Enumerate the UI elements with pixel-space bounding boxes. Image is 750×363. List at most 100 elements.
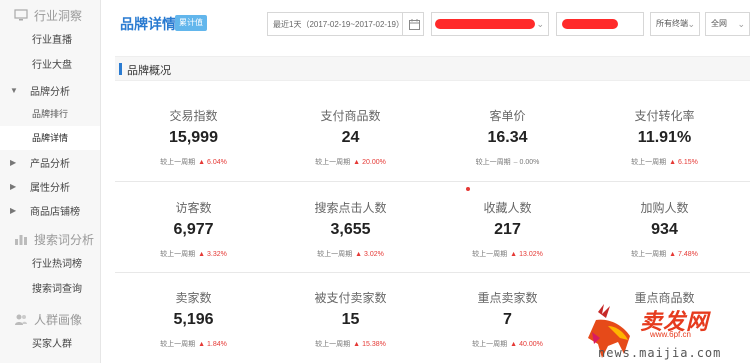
arrow-up-icon: ▲ <box>353 159 361 166</box>
compare-pct: 15.38% <box>362 341 386 348</box>
compare-pct: 1.84% <box>207 341 227 348</box>
metric-name: 交易指数 <box>169 109 218 123</box>
sidebar-item-attribute-analysis[interactable]: ▶ 属性分析 <box>0 174 100 198</box>
sidebar-item-label: 商品店铺榜 <box>30 206 80 218</box>
metric-compare: 较上一周期 ▲ 15.38% <box>272 339 429 349</box>
sidebar-item-shop-ranking[interactable]: ▶ 商品店铺榜 <box>0 198 100 222</box>
compare-pct: 20.00% <box>362 159 386 166</box>
compare-pct: 13.02% <box>519 251 543 258</box>
value-type-badge: 累计值 <box>175 15 207 31</box>
users-icon <box>14 312 28 326</box>
sidebar: 行业洞察 行业直播 行业大盘 ▼ 品牌分析 品牌排行 品牌详情 ▶ 产品分析 ▶… <box>0 0 101 363</box>
monitor-icon <box>14 8 28 22</box>
metric-name: 收藏人数 <box>483 201 532 215</box>
metric-compare: 较上一周期 ▲ 6.15% <box>586 157 743 167</box>
compare-label: 较上一周期 <box>160 341 196 348</box>
flat-icon: – <box>513 159 518 166</box>
section-header: 品牌概况 <box>115 56 750 81</box>
date-range-picker[interactable]: 最近1天（2017-02-19~2017-02-19） <box>267 12 424 36</box>
arrow-up-icon: ▲ <box>669 159 677 166</box>
metric-value: 217 <box>494 221 521 238</box>
sidebar-item-brand-analysis[interactable]: ▼ 品牌分析 <box>0 78 100 102</box>
compare-pct: 7.48% <box>678 251 698 258</box>
calendar-button[interactable] <box>402 12 425 36</box>
compare-pct: 3.32% <box>207 251 227 258</box>
metric-value: 6,977 <box>173 221 214 238</box>
date-range-text: 最近1天（2017-02-19~2017-02-19） <box>273 20 404 29</box>
brand-select[interactable]: ⌄ <box>431 12 549 36</box>
watermark-url2: news.maijia.com <box>598 346 722 360</box>
compare-label: 较上一周期 <box>315 341 351 348</box>
metric-add-to-cart: 加购人数 934 较上一周期 ▲ 7.48% <box>586 199 743 259</box>
compare-label: 较上一周期 <box>631 251 667 258</box>
sidebar-item-label: 品牌分析 <box>30 86 70 98</box>
metric-value: 16.34 <box>487 129 528 146</box>
metric-name: 卖家数 <box>175 291 212 305</box>
sidebar-item-search-query[interactable]: 搜索词查询 <box>0 277 100 302</box>
compare-label: 较上一周期 <box>472 251 508 258</box>
metric-compare: 较上一周期 ▲ 40.00% <box>429 339 586 349</box>
caret-right-icon: ▶ <box>10 181 17 191</box>
metric-compare: 较上一周期 ▲ 13.02% <box>429 249 586 259</box>
compare-label: 较上一周期 <box>160 159 196 166</box>
metric-compare: 较上一周期 ▲ 6.04% <box>115 157 272 167</box>
compare-label: 较上一周期 <box>160 251 196 258</box>
caret-right-icon: ▶ <box>10 157 17 167</box>
compare-pct: 6.15% <box>678 159 698 166</box>
metric-name: 加购人数 <box>640 201 689 215</box>
compare-pct: 40.00% <box>519 341 543 348</box>
sidebar-item-label: 产品分析 <box>30 158 70 170</box>
metric-key-sellers: 重点卖家数 7 较上一周期 ▲ 40.00% <box>429 289 586 349</box>
sidebar-group-crowd: 人群画像 <box>0 306 100 332</box>
sidebar-group-search: 搜索词分析 <box>0 226 100 252</box>
compare-pct: 6.04% <box>207 159 227 166</box>
shop-select[interactable] <box>556 12 644 36</box>
metric-name: 重点卖家数 <box>477 291 538 305</box>
page-title: 品牌详情 <box>120 16 176 32</box>
redacted-shop <box>562 19 618 29</box>
sidebar-item-product-analysis[interactable]: ▶ 产品分析 <box>0 150 100 174</box>
sidebar-item-industry-overview[interactable]: 行业大盘 <box>0 53 100 78</box>
metric-value: 15 <box>341 311 360 328</box>
metric-trade-index: 交易指数 15,999 较上一周期 ▲ 6.04% <box>115 107 272 167</box>
chevron-down-icon: ⌄ <box>536 19 544 29</box>
sidebar-item-industry-live[interactable]: 行业直播 <box>0 28 100 53</box>
compare-pct: 0.00% <box>519 159 540 166</box>
metric-compare: 较上一周期 ▲ 3.02% <box>272 249 429 259</box>
metric-value: 15,999 <box>169 129 218 146</box>
divider <box>115 181 750 182</box>
chevron-down-icon: ⌄ <box>687 19 695 29</box>
metric-avg-order: 客单价 16.34 较上一周期 –0.00% <box>429 107 586 167</box>
sidebar-group-label: 搜索词分析 <box>34 232 95 247</box>
terminal-select[interactable]: 所有终端 ⌄ <box>650 12 700 36</box>
sidebar-item-hot-words[interactable]: 行业热词榜 <box>0 252 100 277</box>
arrow-up-icon: ▲ <box>198 159 206 166</box>
caret-right-icon: ▶ <box>10 205 17 215</box>
sidebar-item-buyer-crowd[interactable]: 买家人群 <box>0 332 100 357</box>
metric-value: 11.91% <box>637 129 692 146</box>
metric-name: 访客数 <box>175 201 212 215</box>
redacted-brand <box>435 19 535 29</box>
arrow-up-icon: ▲ <box>510 341 518 348</box>
chevron-down-icon: ⌄ <box>737 19 745 29</box>
metric-name: 被支付卖家数 <box>314 291 387 305</box>
metric-name: 支付转化率 <box>634 109 695 123</box>
metric-visitors: 访客数 6,977 较上一周期 ▲ 3.32% <box>115 199 272 259</box>
watermark-url: www.6pf.cn <box>650 330 691 339</box>
sidebar-group-industry: 行业洞察 <box>0 2 100 28</box>
metric-paid-items: 支付商品数 24 较上一周期 ▲ 20.00% <box>272 107 429 167</box>
compare-label: 较上一周期 <box>315 159 351 166</box>
metric-name: 支付商品数 <box>320 109 381 123</box>
metric-compare: 较上一周期 ▲ 1.84% <box>115 339 272 349</box>
compare-pct: 3.02% <box>364 251 384 258</box>
metric-search-clickers: 搜索点击人数 3,655 较上一周期 ▲ 3.02% <box>272 199 429 259</box>
sidebar-item-brand-detail[interactable]: 品牌详情 <box>0 126 100 150</box>
arrow-up-icon: ▲ <box>198 341 206 348</box>
section-accent <box>119 63 122 75</box>
sidebar-group-label: 人群画像 <box>34 312 83 327</box>
arrow-up-icon: ▲ <box>353 341 361 348</box>
sidebar-item-brand-ranking[interactable]: 品牌排行 <box>0 102 100 126</box>
calendar-icon <box>408 18 420 30</box>
scope-select[interactable]: 全网 ⌄ <box>705 12 750 36</box>
arrow-up-icon: ▲ <box>669 251 677 258</box>
